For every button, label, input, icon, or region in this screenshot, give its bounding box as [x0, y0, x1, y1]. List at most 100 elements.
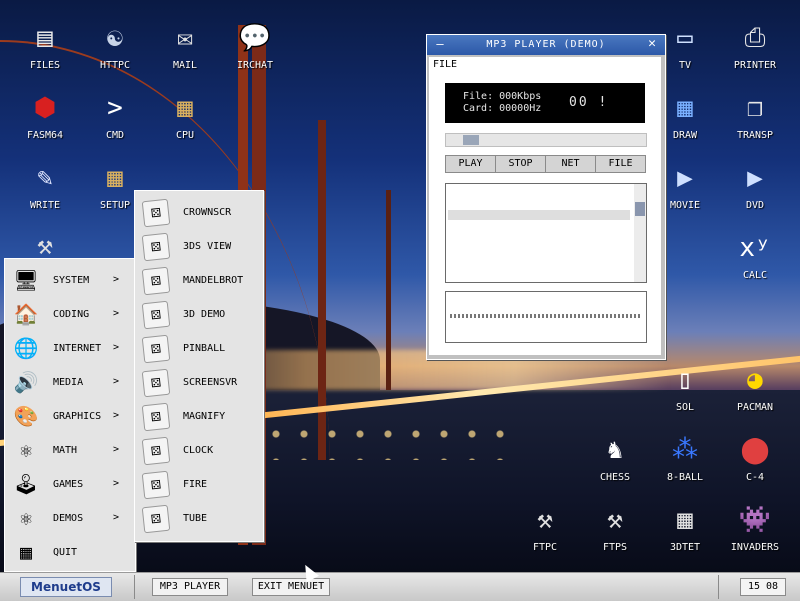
- pacman-icon: ◕: [747, 365, 763, 395]
- playlist-scrollbar[interactable]: [634, 184, 646, 282]
- close-icon[interactable]: ✕: [645, 37, 659, 51]
- start-menu-item-label: GAMES: [53, 479, 84, 490]
- start-menu: 🖥 SYSTEM > 🏠 CODING > 🌐 INTERNET > 🔊 MEDIA > 🎨 GRAPHI…: [4, 258, 136, 572]
- seek-slider[interactable]: [445, 133, 647, 147]
- submenu-item-clock[interactable]: ⚄ CLOCK: [135, 433, 263, 467]
- taskbar: MenuetOS MP3 PLAYER EXIT MENUET 15 08: [0, 572, 800, 601]
- menu-file[interactable]: FILE: [433, 59, 457, 70]
- movie-screen-icon: ▶: [677, 163, 693, 193]
- desktop-icon-label: PRINTER: [733, 60, 777, 71]
- desktop-icon-8ball[interactable]: ⁂ 8-BALL: [650, 432, 720, 496]
- net-button[interactable]: NET: [545, 155, 596, 173]
- dice-icon: ⚄: [141, 436, 171, 466]
- mp3-titlebar[interactable]: — MP3 PLAYER (DEMO) ✕: [427, 35, 665, 55]
- desktop-icon-chess[interactable]: ♞ CHESS: [580, 432, 650, 496]
- start-menu-item-quit[interactable]: ▦ QUIT: [5, 535, 135, 569]
- desktop-icon-label: FTPC: [532, 542, 558, 553]
- dice-icon: ⚄: [141, 470, 171, 500]
- desktop-icon-label: SOL: [675, 402, 695, 413]
- start-menu-item-math[interactable]: ⚛ MATH >: [5, 433, 135, 467]
- desktop-icon-dvd[interactable]: ▶ DVD: [720, 160, 790, 224]
- desktop-icon-calc[interactable]: xʸ CALC: [720, 230, 790, 294]
- playlist[interactable]: [445, 183, 647, 283]
- mp3-player-window[interactable]: — MP3 PLAYER (DEMO) ✕ FILE File: 000Kbps…: [426, 34, 666, 360]
- desktop-icon-label: C-4: [745, 472, 765, 483]
- desktop-icon-pacman[interactable]: ◕ PACMAN: [720, 362, 790, 426]
- desktop-icon-httpc[interactable]: ☯ HTTPC: [80, 20, 150, 84]
- start-menu-item-label: QUIT: [53, 547, 78, 558]
- track-counter: 00 !: [569, 95, 609, 110]
- desktop-icon-3dtet[interactable]: ▦ 3DTET: [650, 502, 720, 566]
- chat-bubble-icon: 💬: [238, 23, 272, 53]
- house-icon: 🏠: [13, 302, 39, 326]
- file-button[interactable]: FILE: [595, 155, 646, 173]
- dice-icon: ⚄: [141, 300, 171, 330]
- desktop-icon-ftpc[interactable]: ⚒ FTPC: [510, 502, 580, 566]
- submenu-item-label: 3DS VIEW: [183, 241, 232, 252]
- desktop-icon-c4[interactable]: ⬤ C-4: [720, 432, 790, 496]
- molecule-icon: ⚛: [19, 438, 33, 462]
- playlist-scrollbar-thumb[interactable]: [635, 202, 645, 216]
- submenu-item-magnify[interactable]: ⚄ MAGNIFY: [135, 399, 263, 433]
- submenu-arrow-icon: >: [113, 410, 120, 421]
- start-menu-item-graphics[interactable]: 🎨 GRAPHICS >: [5, 399, 135, 433]
- start-menu-item-games[interactable]: 🕹 GAMES >: [5, 467, 135, 501]
- dice-icon: ⚄: [141, 504, 171, 534]
- start-menu-item-internet[interactable]: 🌐 INTERNET >: [5, 331, 135, 365]
- desktop-icon-fasm64[interactable]: ⬢ FASM64: [10, 90, 80, 154]
- dice-icon: ⚄: [141, 368, 171, 398]
- desktop-icon-printer[interactable]: ⎙ PRINTER: [720, 20, 790, 84]
- dvd-screen-icon: ▶: [747, 163, 763, 193]
- submenu-item-fire[interactable]: ⚄ FIRE: [135, 467, 263, 501]
- tetris-grid-icon: ▦: [677, 505, 693, 535]
- task-exit-menuet[interactable]: EXIT MENUET: [252, 578, 330, 596]
- start-menu-item-label: CODING: [53, 309, 90, 320]
- window-title: MP3 PLAYER (DEMO): [486, 39, 606, 50]
- window-stack-icon: ❐: [747, 93, 763, 123]
- submenu-item-crownscr[interactable]: ⚄ CROWNSCR: [135, 195, 263, 229]
- desktop-icon-label: CHESS: [599, 472, 631, 483]
- desktop-icon-label: FTPS: [602, 542, 628, 553]
- start-menu-item-media[interactable]: 🔊 MEDIA >: [5, 365, 135, 399]
- submenu-item-3d-demo[interactable]: ⚄ 3D DEMO: [135, 297, 263, 331]
- billiard-balls-icon: ⁂: [672, 435, 698, 465]
- playlist-selected-row[interactable]: [448, 210, 630, 220]
- desktop-icon-mail[interactable]: ✉ MAIL: [150, 20, 220, 84]
- desktop-icon-write[interactable]: ✎ WRITE: [10, 160, 80, 224]
- submenu-item-pinball[interactable]: ⚄ PINBALL: [135, 331, 263, 365]
- desktop-icon-label: MAIL: [172, 60, 198, 71]
- submenu-item-3ds-view[interactable]: ⚄ 3DS VIEW: [135, 229, 263, 263]
- transport-buttons: PLAY STOP NET FILE: [445, 155, 646, 173]
- stop-button[interactable]: STOP: [495, 155, 546, 173]
- start-menu-item-demos[interactable]: ⚛ DEMOS >: [5, 501, 135, 535]
- speaker-icon: 🔊: [13, 370, 39, 394]
- desktop-icon-transp[interactable]: ❐ TRANSP: [720, 90, 790, 154]
- setup-chip-icon: ▦: [107, 163, 123, 193]
- submenu-item-screensvr[interactable]: ⚄ SCREENSVR: [135, 365, 263, 399]
- ftpc-tools-icon: ⚒: [537, 505, 553, 535]
- yin-yang-icon: ☯: [107, 23, 123, 53]
- taskbar-separator: [134, 575, 135, 599]
- desktop-icon-sol[interactable]: ▯ SOL: [650, 362, 720, 426]
- desktop-icon-irchat[interactable]: 💬 IRCHAT: [220, 20, 290, 84]
- desktop-icon-cmd[interactable]: > CMD: [80, 90, 150, 154]
- submenu-arrow-icon: >: [113, 342, 120, 353]
- submenu-item-mandelbrot[interactable]: ⚄ MANDELBROT: [135, 263, 263, 297]
- start-menu-item-coding[interactable]: 🏠 CODING >: [5, 297, 135, 331]
- desktop-icon-invaders[interactable]: 👾 INVADERS: [720, 502, 790, 566]
- submenu-item-label: 3D DEMO: [183, 309, 226, 320]
- start-menu-item-system[interactable]: 🖥 SYSTEM >: [5, 263, 135, 297]
- desktop-icon-ftps[interactable]: ⚒ FTPS: [580, 502, 650, 566]
- desktop-icon-files[interactable]: ▤ FILES: [10, 20, 80, 84]
- desktop-icon-cpu[interactable]: ▦ CPU: [150, 90, 220, 154]
- start-button[interactable]: MenuetOS: [20, 577, 112, 597]
- seek-slider-thumb[interactable]: [463, 135, 479, 145]
- submenu-item-tube[interactable]: ⚄ TUBE: [135, 501, 263, 535]
- start-menu-item-label: MATH: [53, 445, 78, 456]
- desktop-icon-label: TRANSP: [736, 130, 774, 141]
- globe-icon: 🌐: [13, 336, 39, 360]
- taskbar-separator: [718, 575, 719, 599]
- play-button[interactable]: PLAY: [445, 155, 496, 173]
- desktop-icon-label: CMD: [105, 130, 125, 141]
- task-mp3-player[interactable]: MP3 PLAYER: [152, 578, 228, 596]
